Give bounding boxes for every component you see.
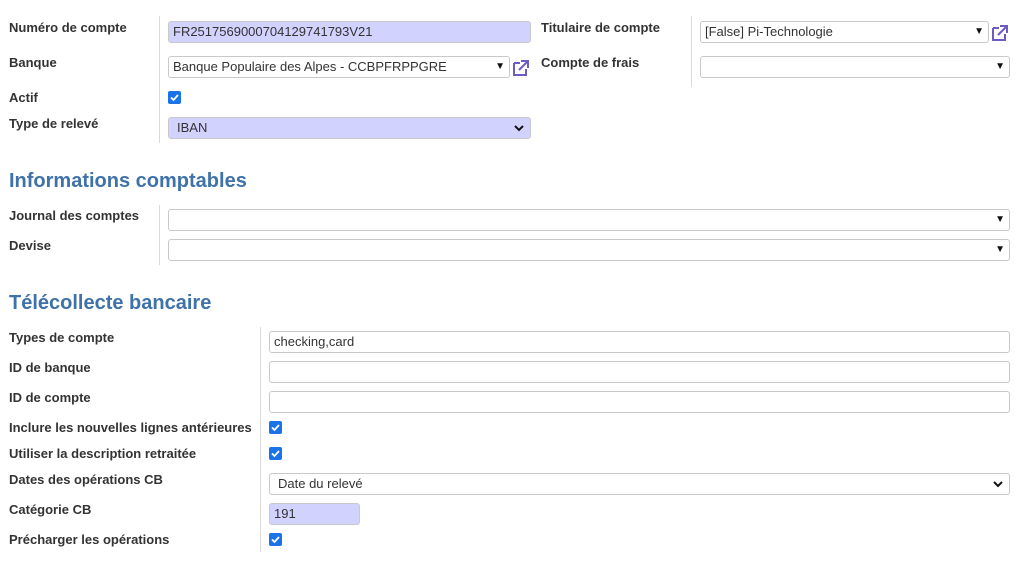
chevron-down-icon: ▼ (995, 244, 1005, 255)
holder-value: [False] Pi-Technologie (705, 24, 833, 39)
chevron-down-icon (514, 125, 524, 132)
statement-type-label: Type de relevé (9, 116, 99, 131)
card-category-label: Catégorie CB (9, 502, 92, 517)
chevron-down-icon: ▼ (495, 61, 505, 72)
journal-select[interactable]: ▼ (168, 209, 1010, 231)
card-dates-select[interactable]: Date du relevé (269, 473, 1010, 495)
use-processed-desc-checkbox[interactable] (269, 447, 282, 460)
check-icon (271, 536, 280, 544)
check-icon (170, 94, 179, 102)
currency-select[interactable]: ▼ (168, 239, 1010, 261)
bank-id-input[interactable] (269, 361, 1010, 383)
account-id-input[interactable] (269, 391, 1010, 413)
include-old-lines-checkbox[interactable] (269, 421, 282, 434)
card-category-input[interactable]: 191 (269, 503, 360, 525)
statement-type-select[interactable]: IBAN (168, 117, 531, 139)
account-id-label: ID de compte (9, 390, 91, 405)
card-dates-label: Dates des opérations CB (9, 472, 163, 487)
bank-id-label: ID de banque (9, 360, 91, 375)
card-dates-value: Date du relevé (278, 476, 363, 491)
divider (691, 16, 692, 87)
holder-label: Titulaire de compte (541, 20, 660, 35)
telecollect-heading: Télécollecte bancaire (9, 292, 212, 314)
fees-account-label: Compte de frais (541, 55, 640, 70)
accounting-heading: Informations comptables (9, 170, 247, 192)
chevron-down-icon: ▼ (974, 26, 984, 37)
account-number-field[interactable]: FR2517569000704129741793V21 (168, 21, 531, 43)
holder-select[interactable]: [False] Pi-Technologie ▼ (700, 21, 989, 43)
chevron-down-icon: ▼ (995, 214, 1005, 225)
bank-value: Banque Populaire des Alpes - CCBPFRPPGRE (173, 59, 447, 74)
currency-label: Devise (9, 238, 51, 253)
divider (159, 16, 160, 143)
preload-ops-checkbox[interactable] (269, 533, 282, 546)
statement-type-value: IBAN (177, 120, 208, 135)
divider (159, 205, 160, 265)
external-link-icon[interactable] (990, 23, 1010, 43)
account-types-input[interactable]: checking,card (269, 331, 1010, 353)
bank-label: Banque (9, 55, 57, 70)
use-processed-desc-label: Utiliser la description retraitée (9, 446, 197, 461)
account-types-value: checking,card (274, 334, 355, 349)
check-icon (271, 450, 280, 458)
active-checkbox[interactable] (168, 91, 181, 104)
account-number-value: FR2517569000704129741793V21 (173, 24, 373, 39)
divider (260, 327, 261, 552)
chevron-down-icon (993, 481, 1003, 488)
external-link-icon[interactable] (511, 58, 531, 78)
include-old-lines-label: Inclure les nouvelles lignes antérieures (9, 420, 252, 435)
preload-ops-label: Précharger les opérations (9, 532, 170, 547)
fees-account-select[interactable]: ▼ (700, 56, 1010, 78)
card-category-value: 191 (274, 506, 296, 521)
account-number-label: Numéro de compte (9, 20, 127, 35)
journal-label: Journal des comptes (9, 208, 140, 223)
active-label: Actif (9, 90, 38, 105)
account-types-label: Types de compte (9, 330, 115, 345)
bank-select[interactable]: Banque Populaire des Alpes - CCBPFRPPGRE… (168, 56, 510, 78)
chevron-down-icon: ▼ (995, 61, 1005, 72)
check-icon (271, 424, 280, 432)
